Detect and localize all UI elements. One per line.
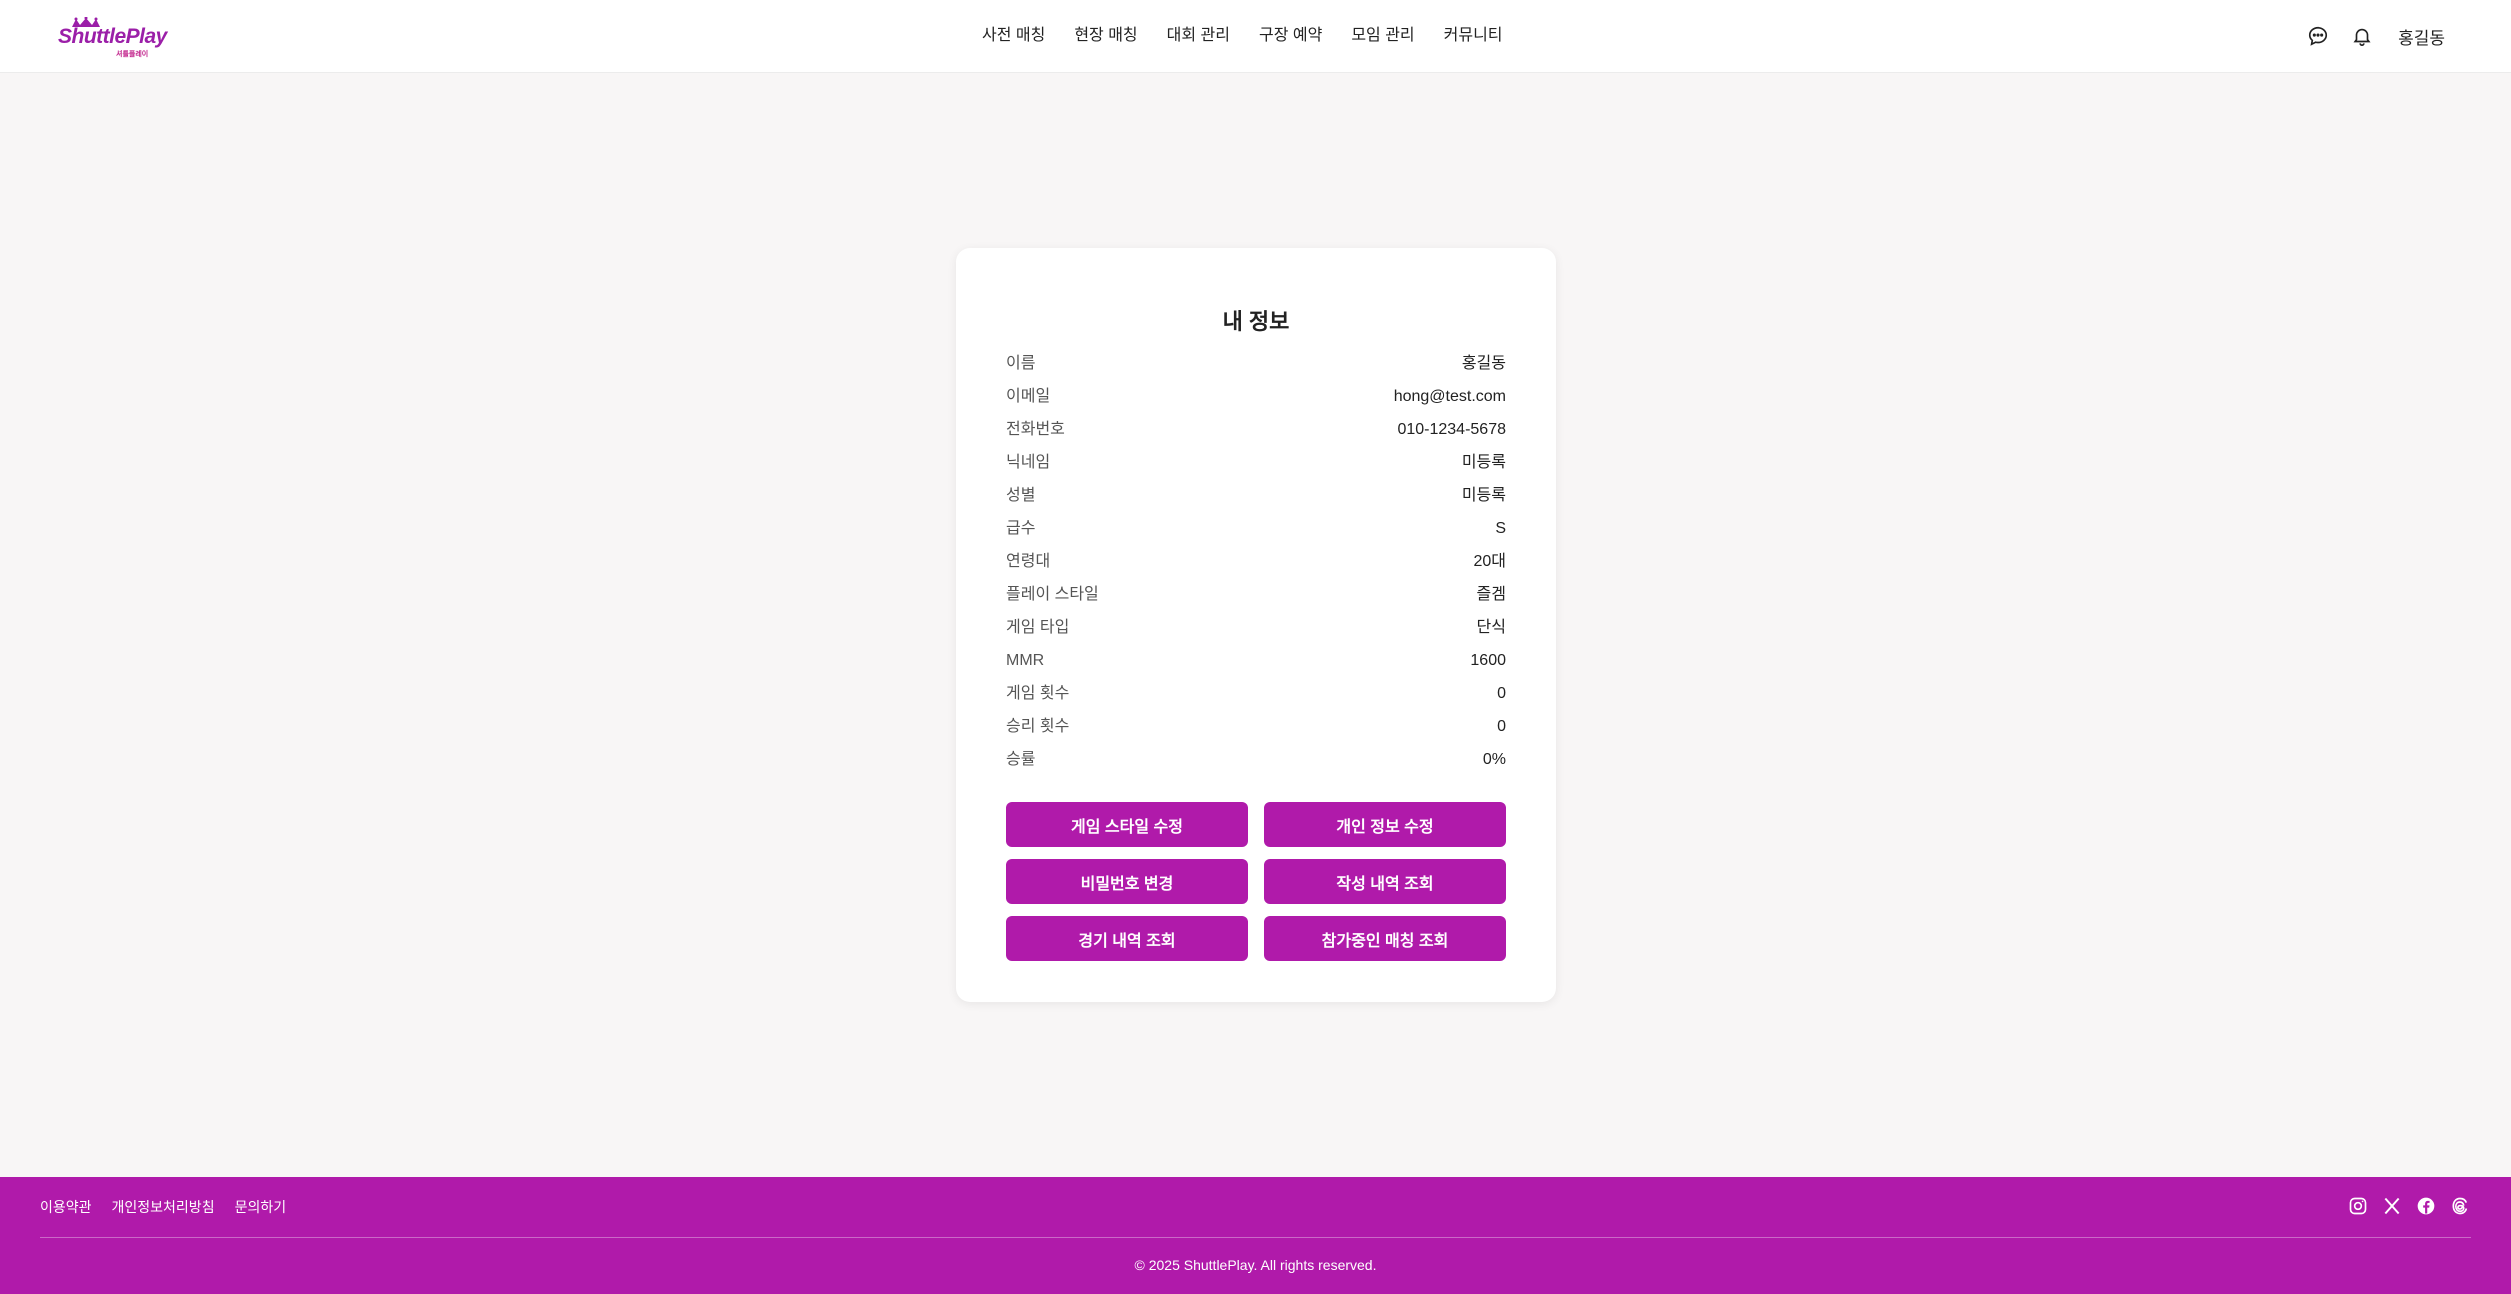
- info-label: 닉네임: [1006, 454, 1051, 471]
- info-value: 단식: [1476, 619, 1506, 636]
- info-row-mmr: MMR 1600: [1006, 649, 1506, 682]
- nav-onsite-matching[interactable]: 현장 매칭: [1074, 22, 1137, 50]
- info-label: 연령대: [1006, 553, 1051, 570]
- x-icon[interactable]: [2381, 1195, 2403, 1217]
- edit-game-style-button[interactable]: 게임 스타일 수정: [1006, 802, 1248, 847]
- info-value: 미등록: [1461, 454, 1506, 471]
- info-value: 0: [1497, 718, 1506, 735]
- info-value: S: [1495, 520, 1506, 537]
- nav-tournament-management[interactable]: 대회 관리: [1167, 22, 1230, 50]
- footer-divider: [40, 1237, 2471, 1238]
- info-label: 이름: [1006, 355, 1036, 372]
- facebook-icon[interactable]: [2415, 1195, 2437, 1217]
- info-row-name: 이름 홍길동: [1006, 352, 1506, 385]
- info-label: 게임 타입: [1006, 619, 1070, 636]
- profile-actions: 게임 스타일 수정 개인 정보 수정 비밀번호 변경 작성 내역 조회 경기 내…: [1006, 802, 1506, 961]
- logo-text: ShuttlePlay: [58, 25, 167, 48]
- top-header: ShuttlePlay 셔틀플레이 사전 매칭 현장 매칭 대회 관리 구장 예…: [0, 0, 2511, 73]
- header-actions: 홍길동: [2306, 22, 2445, 50]
- profile-info-list: 이름 홍길동 이메일 hong@test.com 전화번호 010-1234-5…: [1006, 352, 1506, 781]
- info-label: 성별: [1006, 487, 1036, 504]
- edit-personal-info-button[interactable]: 개인 정보 수정: [1264, 802, 1506, 847]
- user-name[interactable]: 홍길동: [2398, 24, 2445, 49]
- shuttleplay-logo[interactable]: ShuttlePlay 셔틀플레이: [58, 17, 167, 58]
- info-label: 급수: [1006, 520, 1036, 537]
- info-label: 게임 횟수: [1006, 685, 1070, 702]
- info-value: 즐겜: [1476, 586, 1506, 603]
- footer: 이용약관 개인정보처리방침 문의하기 © 2025 ShuttlePlay. A…: [0, 1177, 2511, 1294]
- bell-icon[interactable]: [2350, 24, 2374, 48]
- info-value: 1600: [1470, 652, 1506, 669]
- copyright-text: © 2025 ShuttlePlay. All rights reserved.: [1134, 1257, 1377, 1273]
- nav-community[interactable]: 커뮤니티: [1444, 22, 1503, 50]
- info-value: 홍길동: [1461, 355, 1506, 372]
- info-row-email: 이메일 hong@test.com: [1006, 385, 1506, 418]
- info-row-game-count: 게임 횟수 0: [1006, 682, 1506, 715]
- info-row-win-count: 승리 횟수 0: [1006, 715, 1506, 748]
- info-value: hong@test.com: [1393, 388, 1506, 405]
- change-password-button[interactable]: 비밀번호 변경: [1006, 859, 1248, 904]
- info-row-grade: 급수 S: [1006, 517, 1506, 550]
- footer-link-terms[interactable]: 이용약관: [40, 1197, 92, 1217]
- info-label: 승률: [1006, 751, 1036, 768]
- info-row-nickname: 닉네임 미등록: [1006, 451, 1506, 484]
- info-value: 20대: [1473, 553, 1506, 570]
- info-label: 전화번호: [1006, 421, 1065, 438]
- chat-icon[interactable]: [2306, 24, 2330, 48]
- info-row-age-group: 연령대 20대: [1006, 550, 1506, 583]
- info-row-phone: 전화번호 010-1234-5678: [1006, 418, 1506, 451]
- info-row-win-rate: 승률 0%: [1006, 748, 1506, 781]
- info-label: 승리 횟수: [1006, 718, 1070, 735]
- page-title: 내 정보: [1222, 309, 1290, 334]
- main-nav: 사전 매칭 현장 매칭 대회 관리 구장 예약 모임 관리 커뮤니티: [982, 22, 1532, 50]
- info-row-play-style: 플레이 스타일 즐겜: [1006, 583, 1506, 616]
- info-row-game-type: 게임 타입 단식: [1006, 616, 1506, 649]
- info-value: 010-1234-5678: [1397, 421, 1506, 438]
- view-posts-button[interactable]: 작성 내역 조회: [1264, 859, 1506, 904]
- nav-court-reservation[interactable]: 구장 예약: [1259, 22, 1322, 50]
- view-match-history-button[interactable]: 경기 내역 조회: [1006, 916, 1248, 961]
- info-label: 플레이 스타일: [1006, 586, 1099, 603]
- footer-links: 이용약관 개인정보처리방침 문의하기: [40, 1197, 306, 1217]
- logo-subtext: 셔틀플레이: [116, 51, 149, 58]
- info-value: 미등록: [1461, 487, 1506, 504]
- info-label: MMR: [1006, 652, 1045, 669]
- instagram-icon[interactable]: [2347, 1195, 2369, 1217]
- profile-card: 내 정보 이름 홍길동 이메일 hong@test.com 전화번호 010-1…: [956, 248, 1556, 1002]
- nav-group-management[interactable]: 모임 관리: [1351, 22, 1414, 50]
- nav-pre-matching[interactable]: 사전 매칭: [982, 22, 1045, 50]
- footer-social: [2335, 1195, 2471, 1217]
- threads-icon[interactable]: [2449, 1195, 2471, 1217]
- view-joined-matching-button[interactable]: 참가중인 매칭 조회: [1264, 916, 1506, 961]
- info-label: 이메일: [1006, 388, 1051, 405]
- info-value: 0%: [1482, 751, 1506, 768]
- footer-link-contact[interactable]: 문의하기: [235, 1197, 287, 1217]
- footer-link-privacy[interactable]: 개인정보처리방침: [112, 1197, 215, 1217]
- info-row-gender: 성별 미등록: [1006, 484, 1506, 517]
- info-value: 0: [1497, 685, 1506, 702]
